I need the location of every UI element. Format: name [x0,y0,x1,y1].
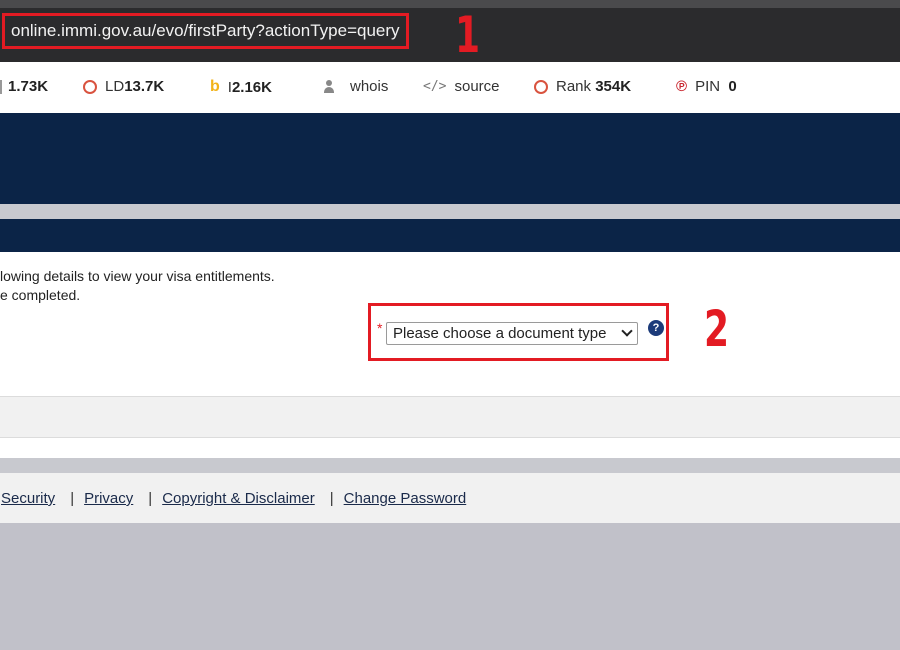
page-title-bar [0,219,900,252]
form-instructions: lowing details to view your visa entitle… [0,267,275,305]
annotation-number-2: 2 [704,300,730,358]
seo-item-bing-index[interactable]: b I 2.16K [210,78,272,96]
chevron-down-icon [621,325,633,337]
footer-links: Security | Privacy | Copyright & Disclai… [1,490,466,507]
site-header-banner [0,113,900,204]
seo-item-backlinks[interactable]: 1.73K [0,78,48,95]
footer-link-privacy[interactable]: Privacy [84,490,133,507]
instruction-line-1: lowing details to view your visa entitle… [0,268,275,284]
seo-toolbar: 1.73K LD 13.7K b I 2.16K whois </> source … [0,62,900,113]
document-type-highlight: * Please choose a document type ? [368,303,669,361]
document-type-select[interactable]: Please choose a document type [386,322,638,345]
header-divider [0,204,900,219]
seo-item-ld[interactable]: LD 13.7K [83,78,164,95]
form-button-row [0,396,900,438]
seo-item-whois[interactable]: whois [323,78,388,95]
instruction-line-2: e completed. [0,287,81,303]
bing-icon: b [210,78,220,95]
url-field[interactable]: online.immi.gov.au/evo/firstParty?action… [2,13,409,49]
url-text: online.immi.gov.au/evo/firstParty?action… [11,21,400,40]
footer-divider [0,458,900,473]
page-footer: Security | Privacy | Copyright & Disclai… [0,473,900,523]
seo-item-rank[interactable]: Rank 354K [534,78,631,95]
code-icon: </> [423,79,447,94]
circle-icon [83,79,97,94]
footer-link-change-password[interactable]: Change Password [344,490,467,507]
circle-icon [534,79,548,94]
help-icon[interactable]: ? [648,320,664,336]
pinterest-icon: ℗ [676,78,688,95]
annotation-number-1: 1 [455,6,481,64]
footer-link-security[interactable]: Security [1,490,55,507]
form-bottom-spacer [0,438,900,458]
bar-icon [0,79,2,94]
seo-item-source[interactable]: </> source [423,78,500,95]
seo-item-pinterest[interactable]: ℗ PIN 0 [676,78,737,95]
document-type-selected-value: Please choose a document type [393,325,607,342]
browser-address-bar: online.immi.gov.au/evo/firstParty?action… [0,8,900,62]
footer-separator: | [70,490,75,507]
required-marker: * [377,320,383,336]
footer-link-copyright[interactable]: Copyright & Disclaimer [162,490,315,507]
form-panel: lowing details to view your visa entitle… [0,252,900,396]
browser-top-strip [0,0,900,8]
person-icon [323,79,335,94]
footer-separator: | [329,490,334,507]
footer-separator: | [148,490,153,507]
